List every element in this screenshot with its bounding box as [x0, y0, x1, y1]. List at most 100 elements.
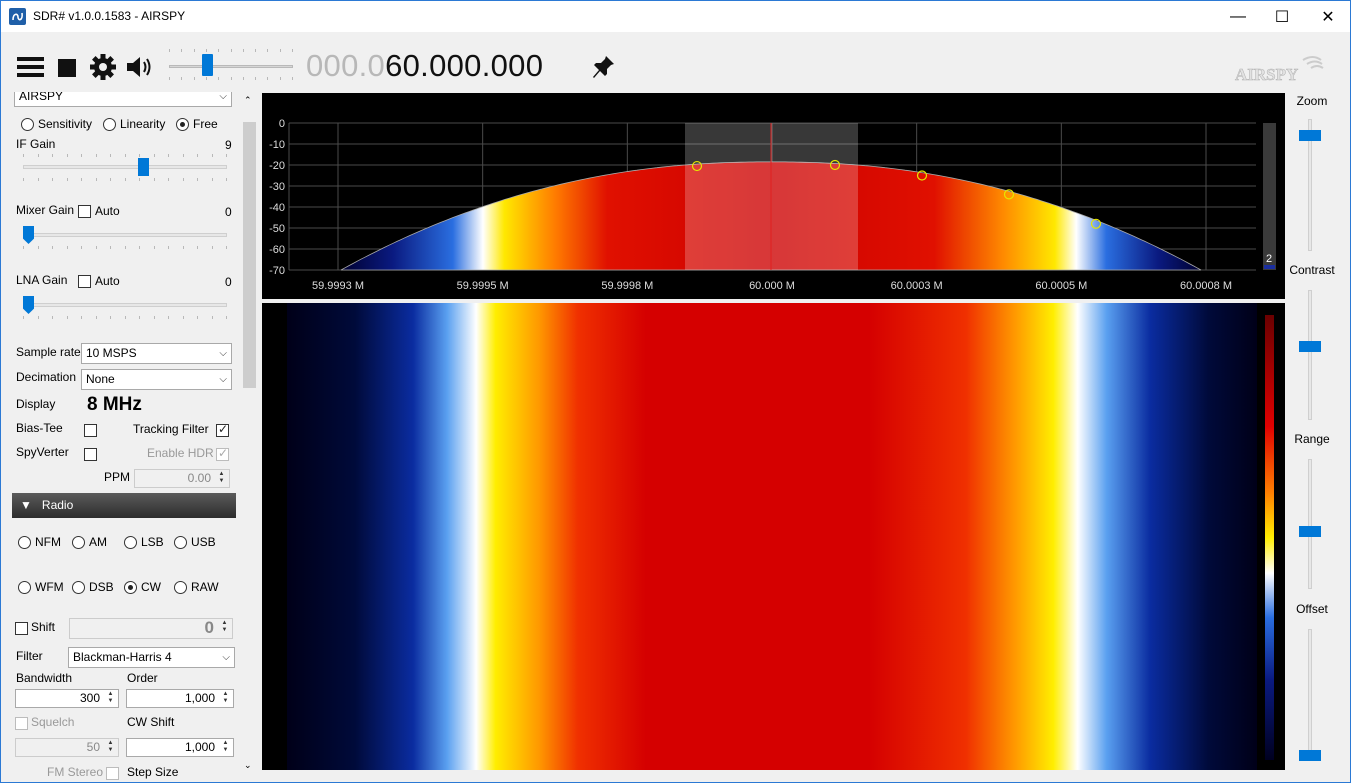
stop-icon[interactable]	[58, 59, 76, 77]
chevron-down-icon: ⌵	[219, 348, 227, 359]
range-slider-thumb[interactable]	[1299, 526, 1321, 537]
scrollbar-thumb[interactable]	[243, 122, 256, 388]
enable-hdr-checkbox[interactable]: ✓	[216, 446, 229, 461]
radio-section-title: Radio	[41, 498, 74, 512]
spin-arrows-icon[interactable]: ▲ ▼	[104, 740, 117, 755]
scroll-up-icon[interactable]: ⌃	[244, 95, 252, 106]
mode-radio-am[interactable]	[72, 536, 85, 549]
linearity-radio[interactable]	[103, 118, 116, 131]
bandwidth-input[interactable]: 300 ▲ ▼	[15, 689, 119, 708]
spin-arrows-icon[interactable]: ▲ ▼	[219, 691, 232, 706]
device-combo[interactable]: AIRSPY ⌵	[14, 92, 232, 107]
app-window: SDR# v1.0.0.1583 - AIRSPY — ☐ ✕ 000.060.…	[0, 0, 1351, 783]
spin-arrows-icon[interactable]: ▲ ▼	[218, 620, 231, 635]
zoom-slider-thumb[interactable]	[1299, 130, 1321, 141]
lna-auto-checkbox[interactable]	[78, 275, 91, 288]
mode-radio-raw[interactable]	[174, 581, 187, 594]
mode-radio-lsb[interactable]	[124, 536, 137, 549]
frequency-leading-digits[interactable]: 000.0	[306, 48, 385, 83]
frequency-display[interactable]: 000.060.000.000	[306, 48, 543, 84]
minimize-button[interactable]: —	[1215, 1, 1261, 32]
gear-icon[interactable]	[90, 54, 116, 80]
mode-radio-usb[interactable]	[174, 536, 187, 549]
mixer-gain-slider-thumb[interactable]	[23, 226, 34, 244]
x-tick-label: 60.0003 M	[891, 280, 943, 292]
x-tick-label: 60.0008 M	[1180, 280, 1232, 292]
if-gain-slider-track[interactable]	[23, 165, 227, 169]
squelch-checkbox[interactable]	[15, 717, 28, 730]
fm-stereo-label: FM Stereo	[47, 765, 104, 779]
range-slider-track[interactable]	[1308, 459, 1312, 589]
waterfall-display[interactable]	[262, 303, 1285, 770]
filter-value: Blackman-Harris 4	[73, 650, 172, 664]
mode-radio-nfm[interactable]	[18, 536, 31, 549]
contrast-slider-thumb[interactable]	[1299, 341, 1321, 352]
level-bar	[1263, 123, 1276, 270]
filter-combo[interactable]: Blackman-Harris 4 ⌵	[68, 647, 235, 668]
x-tick-label: 59.9993 M	[312, 280, 364, 292]
title-bar: SDR# v1.0.0.1583 - AIRSPY — ☐ ✕	[1, 1, 1350, 32]
volume-slider-track[interactable]	[169, 65, 293, 68]
bandwidth-label: Bandwidth	[16, 671, 73, 685]
speaker-icon[interactable]	[126, 54, 154, 80]
squelch-input[interactable]: 50 ▲ ▼	[15, 738, 119, 757]
airspy-logo: AIRSPY	[1235, 56, 1324, 84]
lna-gain-slider-track[interactable]	[23, 303, 227, 307]
mixer-gain-slider-track[interactable]	[23, 233, 227, 237]
spyverter-checkbox[interactable]	[84, 448, 97, 461]
y-tick-label: 0	[279, 118, 285, 130]
fm-stereo-checkbox[interactable]	[106, 767, 119, 780]
tracking-filter-checkbox[interactable]: ✓	[216, 422, 229, 437]
airspy-logo-text: AIRSPY	[1235, 65, 1298, 84]
tracking-filter-label: Tracking Filter	[133, 422, 209, 436]
if-gain-slider-thumb[interactable]	[138, 158, 149, 176]
spectrum-x-axis: 59.9993 M 59.9995 M 59.9998 M 60.000 M 60.00…	[312, 280, 1232, 292]
frequency-digits[interactable]: 60.000.000	[385, 48, 543, 83]
spin-arrows-icon[interactable]: ▲ ▼	[215, 471, 228, 486]
ppm-input[interactable]: 0.00 ▲ ▼	[134, 469, 230, 488]
pin-icon[interactable]	[592, 54, 616, 80]
shift-checkbox[interactable]	[15, 622, 28, 635]
toolbar: 000.060.000.000 AIRSPY	[1, 32, 1350, 92]
decimation-label: Decimation	[16, 370, 77, 384]
enable-hdr-label: Enable HDR	[147, 446, 214, 460]
display-bandwidth-value: 8 MHz	[87, 394, 142, 415]
mode-radio-cw[interactable]	[124, 581, 137, 594]
scroll-down-icon[interactable]: ⌄	[244, 760, 252, 771]
mixer-auto-checkbox[interactable]	[78, 205, 91, 218]
mode-radio-wfm[interactable]	[18, 581, 31, 594]
decimation-combo[interactable]: None ⌵	[81, 369, 232, 390]
bias-tee-checkbox[interactable]	[84, 424, 97, 437]
cw-shift-input[interactable]: 1,000 ▲ ▼	[126, 738, 234, 757]
free-radio[interactable]	[176, 118, 189, 131]
spin-arrows-icon[interactable]: ▲ ▼	[104, 691, 117, 706]
offset-slider-thumb[interactable]	[1299, 750, 1321, 761]
maximize-button[interactable]: ☐	[1259, 1, 1305, 32]
lna-gain-slider-thumb[interactable]	[23, 296, 34, 314]
shift-input[interactable]: 0 ▲ ▼	[69, 618, 233, 639]
sample-rate-combo[interactable]: 10 MSPS ⌵	[81, 343, 232, 364]
sdrsharp-app-icon	[9, 8, 26, 25]
lna-gain-value: 0	[225, 275, 232, 289]
menu-icon[interactable]	[17, 55, 44, 79]
mode-radio-dsb[interactable]	[72, 581, 85, 594]
sensitivity-radio[interactable]	[21, 118, 34, 131]
waterfall-plot[interactable]	[262, 303, 1285, 770]
control-panel-scrollbar[interactable]: ⌃ ⌄	[241, 92, 258, 782]
volume-slider-thumb[interactable]	[202, 54, 213, 76]
spectrum-plot[interactable]: 0 -10 -20 -30 -40 -50 -60 -70 59.9993 M 59.9995 …	[262, 93, 1285, 299]
spectrum-analyzer[interactable]: 0 -10 -20 -30 -40 -50 -60 -70 59.9993 M 59.9995 …	[262, 93, 1285, 299]
mode-label-lsb: LSB	[141, 535, 164, 549]
minimize-icon: —	[1230, 7, 1246, 25]
close-button[interactable]: ✕	[1305, 1, 1350, 32]
contrast-slider-track[interactable]	[1308, 290, 1312, 420]
x-tick-label: 59.9998 M	[601, 280, 653, 292]
control-panel: AIRSPY ⌵ Sensitivity Linearity Free IF Ga…	[1, 92, 259, 782]
offset-slider-track[interactable]	[1308, 629, 1312, 759]
offset-label: Offset	[1296, 602, 1328, 616]
chevron-down-icon: ⌵	[219, 92, 227, 102]
order-input[interactable]: 1,000 ▲ ▼	[126, 689, 234, 708]
radio-section-header[interactable]: ▼ Radio	[12, 493, 236, 518]
spin-arrows-icon[interactable]: ▲ ▼	[219, 740, 232, 755]
mixer-auto-label: Auto	[95, 204, 120, 218]
